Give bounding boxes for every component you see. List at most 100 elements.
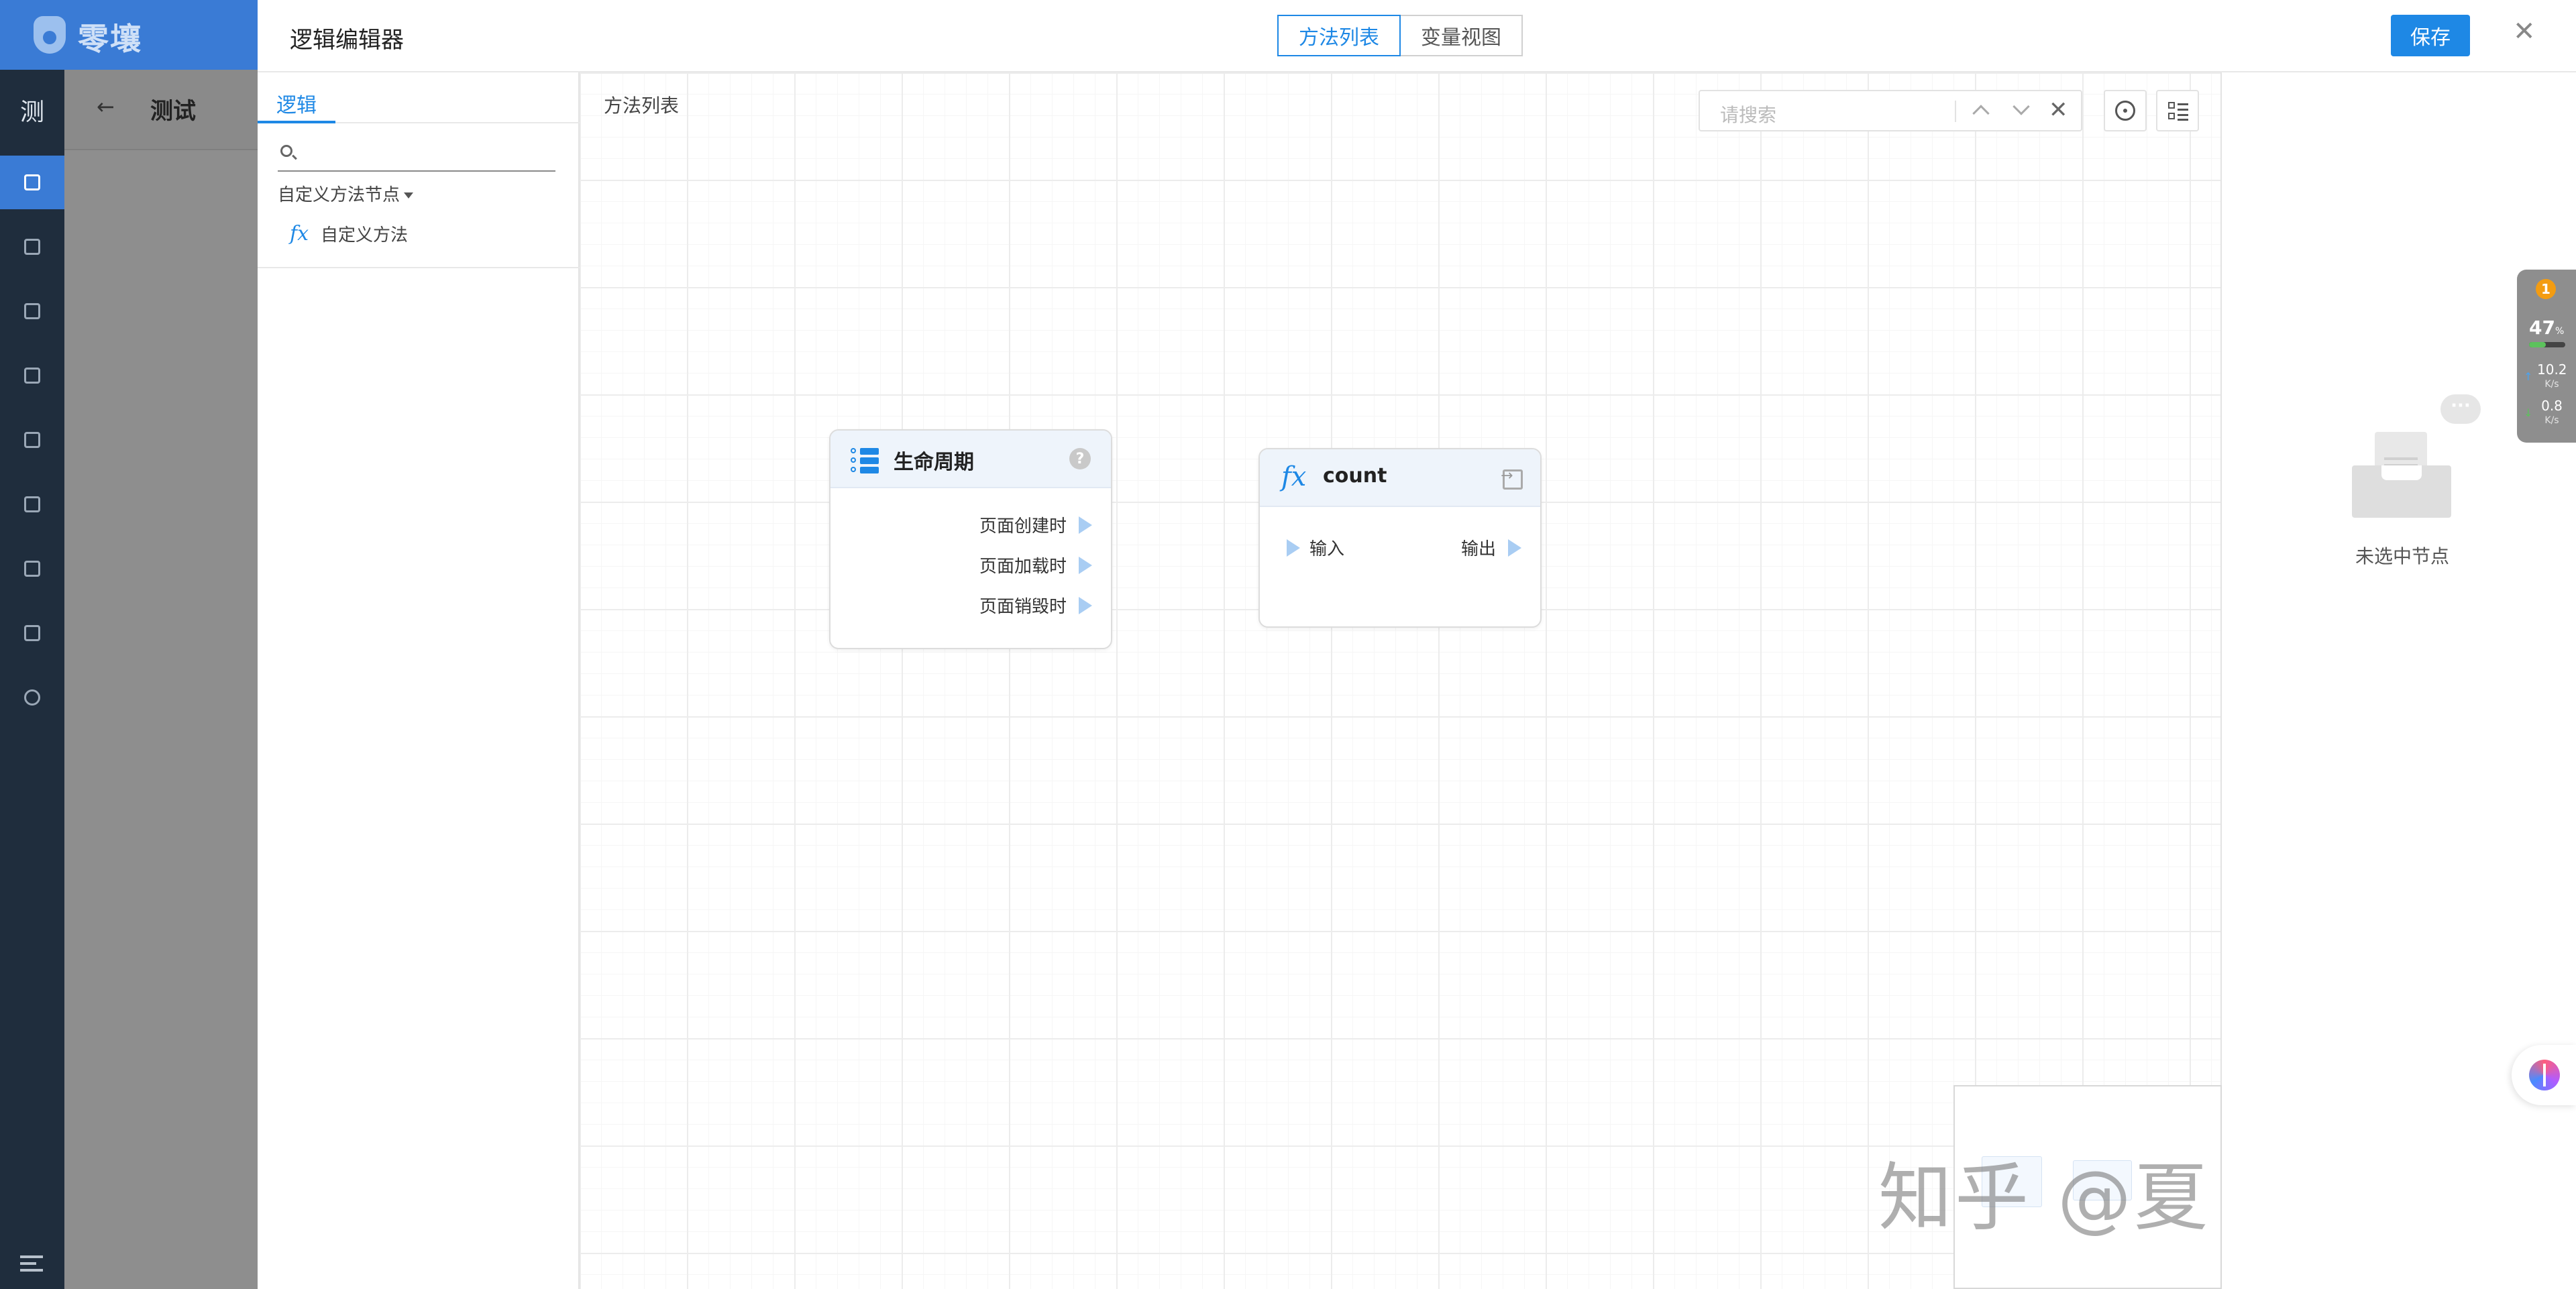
save-button[interactable]: 保存	[2391, 15, 2470, 56]
brand-logo-icon	[34, 16, 66, 54]
inbox-icon	[24, 368, 40, 384]
chat-bubble-icon: ···	[2440, 394, 2481, 424]
cpu-percent: 47%	[2529, 317, 2564, 339]
nav-book[interactable]	[0, 284, 64, 338]
upload-rate-value: 10.2	[2537, 361, 2567, 378]
chevron-up-icon[interactable]	[1972, 105, 1990, 122]
input-port[interactable]: 输入	[1287, 535, 1344, 560]
tab-method-list[interactable]: 方法列表	[1277, 15, 1401, 56]
book-icon	[24, 303, 40, 319]
port-label: 输出	[1460, 539, 1496, 559]
back-arrow-icon[interactable]: ←	[97, 94, 115, 119]
output-port[interactable]: 输出	[1461, 535, 1521, 560]
search-icon	[280, 145, 292, 157]
logic-panel: 逻辑 自定义方法节点 fx 自定义方法	[258, 72, 580, 1289]
apps-icon	[24, 496, 40, 512]
port-label: 页面加载时	[979, 557, 1067, 577]
upload-rate-unit: K/s	[2544, 379, 2559, 390]
empty-state-text: 未选中节点	[2355, 545, 2449, 567]
logic-search-input[interactable]	[278, 137, 555, 172]
nav-layers[interactable]	[0, 413, 64, 467]
nav-home[interactable]	[0, 156, 64, 209]
background-page-title: 测试	[150, 98, 196, 125]
tab-active-indicator	[258, 121, 335, 123]
lifecycle-icon	[851, 447, 879, 473]
system-monitor-widget[interactable]: 1 47% ↑ 10.2 K/s ↓ 0.8 K/s	[2517, 270, 2576, 443]
empty-inbox-icon	[2352, 432, 2451, 518]
output-port-loaded[interactable]: 页面加载时	[979, 553, 1092, 577]
port-arrow-icon[interactable]	[1287, 539, 1300, 557]
crosshair-icon	[2115, 101, 2135, 121]
cpu-usage-fill	[2529, 342, 2546, 347]
help-icon[interactable]: ?	[1069, 448, 1091, 469]
node-title: count	[1323, 464, 1387, 488]
chevron-down-icon[interactable]	[2012, 98, 2030, 115]
nav-settings[interactable]	[0, 671, 64, 724]
output-port-created[interactable]: 页面创建时	[979, 512, 1092, 537]
settings-icon	[24, 689, 40, 706]
home-icon	[24, 174, 40, 190]
brain-icon	[2529, 1060, 2560, 1090]
port-arrow-icon[interactable]	[1079, 556, 1092, 574]
flow-icon	[24, 561, 40, 577]
node-header: 生命周期 ?	[830, 431, 1111, 488]
add-square-icon	[24, 239, 40, 255]
cpu-percent-value: 47	[2529, 317, 2555, 339]
download-rate: 0.8 K/s	[2537, 398, 2567, 428]
port-label: 页面创建时	[979, 516, 1067, 537]
locate-button[interactable]	[2104, 90, 2147, 131]
layout-button[interactable]	[2156, 90, 2199, 131]
port-arrow-icon[interactable]	[1079, 516, 1092, 534]
canvas-title: 方法列表	[604, 95, 680, 117]
canvas-search-input[interactable]: 请搜索 ✕	[1699, 90, 2082, 131]
port-label: 页面销毁时	[979, 597, 1067, 617]
list-layout-icon	[2168, 102, 2188, 121]
list-item-custom-method[interactable]: fx 自定义方法	[290, 221, 408, 246]
notification-badge: 1	[2536, 279, 2556, 299]
node-header: fx count	[1260, 449, 1540, 507]
output-port-destroyed[interactable]: 页面销毁时	[979, 593, 1092, 618]
doc-icon	[24, 625, 40, 641]
ai-assistant-button[interactable]	[2512, 1045, 2576, 1105]
search-separator	[1955, 101, 1956, 122]
panel-divider	[258, 267, 580, 268]
node-title: 生命周期	[894, 451, 974, 474]
editor-title: 逻辑编辑器	[290, 27, 404, 54]
nav-inbox[interactable]	[0, 349, 64, 402]
tab-variable-view[interactable]: 变量视图	[1401, 15, 1523, 56]
close-icon[interactable]: ✕	[2513, 16, 2536, 47]
function-icon: fx	[290, 222, 309, 245]
method-group-toggle[interactable]: 自定义方法节点	[278, 181, 414, 206]
download-rate-unit: K/s	[2544, 415, 2559, 426]
port-arrow-icon[interactable]	[1508, 539, 1521, 557]
nav-add[interactable]	[0, 220, 64, 274]
function-icon: fx	[1281, 461, 1307, 492]
caret-down-icon	[404, 192, 414, 199]
canvas-search-placeholder: 请搜索	[1720, 104, 1777, 126]
cpu-percent-unit: %	[2555, 326, 2565, 337]
port-arrow-icon[interactable]	[1079, 596, 1092, 614]
lifecycle-node[interactable]: 生命周期 ? 页面创建时 页面加载时 页面销毁时	[829, 429, 1112, 649]
background-page-overlay	[64, 70, 259, 1289]
download-arrow-icon: ↓	[2524, 406, 2533, 419]
layers-icon	[24, 432, 40, 448]
logic-canvas[interactable]: 方法列表 请搜索 ✕ 生命周期 ? 页面创建时 页面加载时 页面销毁时 fx c…	[580, 72, 2222, 1289]
tab-logic[interactable]: 逻辑	[276, 89, 317, 118]
app-avatar[interactable]: 测	[0, 70, 64, 150]
nav-flow[interactable]	[0, 542, 64, 596]
nav-apps[interactable]	[0, 478, 64, 531]
list-item-label: 自定义方法	[321, 225, 409, 245]
count-node[interactable]: fx count 输入 输出	[1258, 448, 1542, 628]
editor-topbar: 逻辑编辑器 方法列表 变量视图 保存 ✕	[258, 0, 2576, 72]
nav-doc[interactable]	[0, 606, 64, 660]
port-label: 输入	[1309, 539, 1345, 559]
exit-icon[interactable]	[1501, 467, 1523, 490]
upload-rate: 10.2 K/s	[2537, 362, 2567, 392]
cpu-usage-bar	[2529, 342, 2565, 347]
brand-name: 零壤	[78, 21, 142, 57]
menu-collapse-icon[interactable]	[20, 1255, 43, 1274]
clear-search-icon[interactable]: ✕	[2049, 97, 2068, 123]
method-group-label: 自定义方法节点	[278, 185, 400, 205]
upload-arrow-icon: ↑	[2524, 370, 2533, 383]
properties-panel: ··· 未选中节点	[2222, 72, 2576, 1289]
